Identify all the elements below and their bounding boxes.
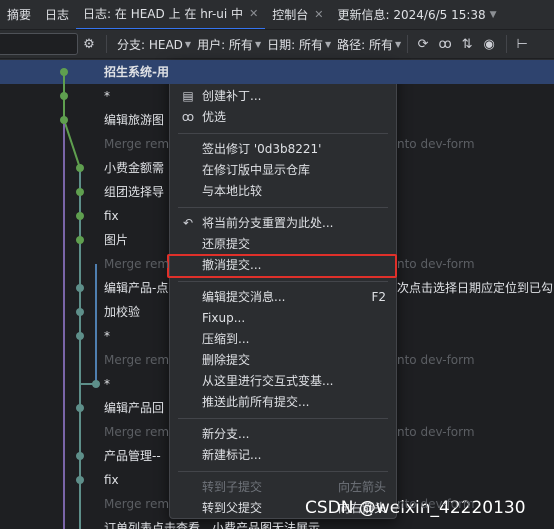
commit-message-tail: nto dev-form bbox=[397, 353, 475, 367]
graph-node bbox=[76, 452, 84, 460]
commit-graph bbox=[60, 68, 100, 529]
graph-node bbox=[60, 116, 68, 124]
graph-node bbox=[60, 92, 68, 100]
graph-node bbox=[76, 164, 84, 172]
refresh-icon[interactable]: ⟳ bbox=[412, 33, 434, 55]
commit-message-tail: 次点击选择日期应定位到已勾 bbox=[397, 281, 554, 295]
editor-tab-bar: 摘要 日志 日志: 在 HEAD 上 在 hr-ui 中 ✕ 控制台 ✕ 更新信息: 202… bbox=[0, 0, 554, 30]
tab-0[interactable]: 摘要 bbox=[0, 0, 38, 29]
chevron-down-icon: ▼ bbox=[324, 39, 332, 49]
more-icon[interactable]: ⊢ bbox=[511, 33, 533, 55]
settings-icon[interactable]: ⚙ bbox=[78, 33, 100, 55]
graph-node bbox=[76, 404, 84, 412]
user-filter[interactable]: 用户: 所有 ▼ bbox=[197, 36, 261, 53]
chevron-down-icon: ▼ bbox=[254, 39, 262, 49]
toolbar-separator bbox=[506, 35, 508, 53]
cherry-pick-icon[interactable]: ꝏ bbox=[434, 33, 456, 55]
tab-label: 更新信息: 2024/6/5 15:38 bbox=[337, 8, 486, 22]
date-filter[interactable]: 日期: 所有 ▼ bbox=[267, 36, 331, 53]
tab-label: 日志: 在 HEAD 上 在 hr-ui 中 bbox=[83, 7, 244, 21]
fetch-icon[interactable]: ⇅ bbox=[456, 33, 478, 55]
chevron-down-icon[interactable]: ▼ bbox=[490, 10, 497, 20]
graph-node bbox=[76, 284, 84, 292]
tab-label: 摘要 bbox=[7, 8, 32, 22]
log-search-input[interactable] bbox=[0, 33, 78, 55]
toolbar-separator bbox=[106, 35, 107, 53]
graph-node bbox=[76, 476, 84, 484]
tab-1[interactable]: 日志 bbox=[38, 0, 76, 29]
branch-filter[interactable]: 分支: HEAD ▼ bbox=[117, 36, 191, 53]
graph-node bbox=[76, 236, 84, 244]
graph-edge bbox=[63, 119, 81, 169]
commit-message-tail: nto dev-form bbox=[397, 257, 475, 271]
close-icon[interactable]: ✕ bbox=[249, 7, 258, 20]
tab-4[interactable]: 更新信息: 2024/6/5 15:38 ▼ bbox=[331, 0, 504, 29]
commit-message-tail: nto dev-form bbox=[397, 137, 475, 151]
tab-3[interactable]: 控制台 ✕ bbox=[265, 0, 330, 29]
log-filter-toolbar: ⚙ 分支: HEAD ▼ 用户: 所有 ▼ 日期: 所有 ▼ 路径: 所有 ▼ ⟳ ꝏ … bbox=[0, 30, 554, 59]
tab-label: 日志 bbox=[45, 8, 70, 22]
close-icon[interactable]: ✕ bbox=[314, 8, 323, 21]
graph-node bbox=[76, 212, 84, 220]
commit-message-tail: nto dev-form bbox=[397, 497, 475, 511]
commit-log: 招生系统-用 * 编辑旅游图 Merge rem nto dev-form 小费金额需 组团… bbox=[0, 60, 554, 529]
chevron-down-icon: ▼ bbox=[184, 39, 192, 49]
tab-label: 控制台 bbox=[272, 8, 309, 22]
path-filter[interactable]: 路径: 所有 ▼ bbox=[337, 36, 401, 53]
graph-node bbox=[76, 188, 84, 196]
graph-node bbox=[92, 380, 100, 388]
commit-message-tail: nto dev-form bbox=[397, 425, 475, 439]
graph-node bbox=[60, 68, 68, 76]
toolbar-separator bbox=[407, 35, 409, 53]
graph-node bbox=[76, 308, 84, 316]
eye-icon[interactable]: ◉ bbox=[478, 33, 500, 55]
graph-node bbox=[76, 332, 84, 340]
tab-2[interactable]: 日志: 在 HEAD 上 在 hr-ui 中 ✕ bbox=[76, 0, 266, 29]
chevron-down-icon: ▼ bbox=[394, 39, 402, 49]
